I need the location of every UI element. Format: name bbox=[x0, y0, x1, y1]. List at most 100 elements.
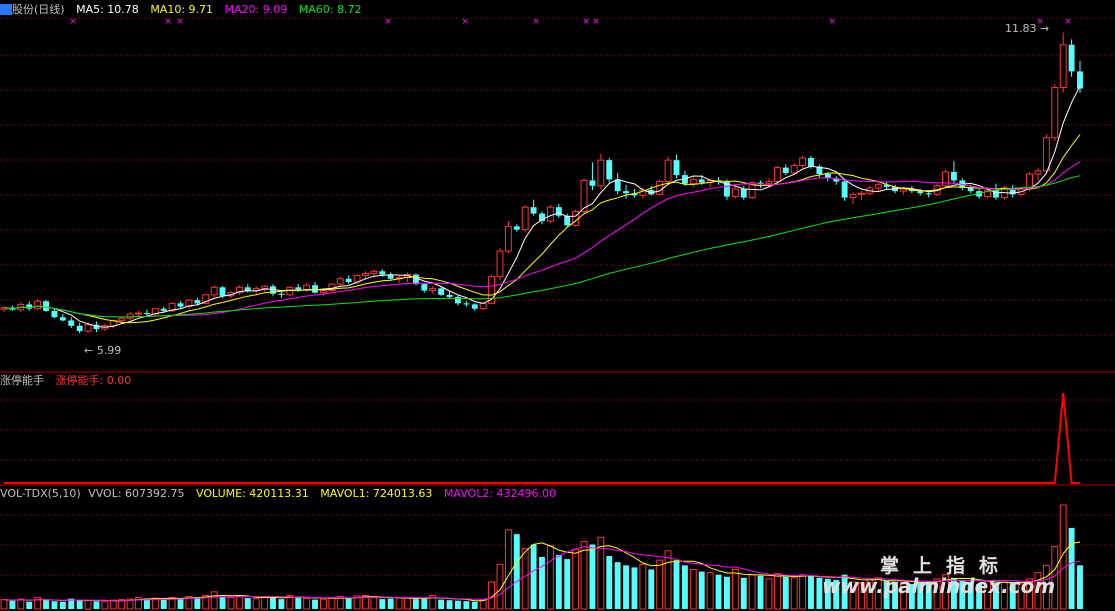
candle-body-up bbox=[319, 290, 327, 294]
volume-bar-down bbox=[463, 601, 470, 609]
volume-bar-down bbox=[387, 598, 394, 609]
candle-body-down bbox=[59, 317, 66, 321]
candle-body-down bbox=[925, 193, 932, 195]
volume-bar-down bbox=[782, 576, 789, 609]
volume-bar-down bbox=[412, 599, 419, 609]
volume-bar-up bbox=[799, 574, 807, 610]
volume-bar-down bbox=[564, 559, 571, 609]
candle-body-down bbox=[278, 293, 285, 295]
vvol-label: VVOL: 607392.75 bbox=[88, 487, 185, 500]
candle-body-up bbox=[597, 159, 605, 187]
volume-bar-down bbox=[26, 601, 33, 609]
candle-body-up bbox=[664, 159, 672, 183]
volume-bar-up bbox=[109, 599, 117, 610]
volume-bar-up bbox=[84, 600, 92, 610]
candle-body-up bbox=[849, 193, 857, 199]
volume-bar-up bbox=[773, 573, 781, 610]
volume-indicator-name[interactable]: VOL-TDX(5,10) bbox=[0, 487, 81, 500]
ma5-label: MA5: 10.78 bbox=[76, 3, 139, 16]
volume-label: VOLUME: 420113.31 bbox=[196, 487, 309, 500]
candle-body-up bbox=[874, 184, 882, 189]
volume-bar-up bbox=[395, 597, 403, 610]
candle-body-up bbox=[84, 324, 92, 332]
candle-body-up bbox=[429, 287, 437, 292]
volume-bar-down bbox=[295, 597, 302, 609]
volume-bar-up bbox=[656, 559, 664, 610]
volume-bar-up bbox=[319, 598, 327, 610]
candle-body-down bbox=[589, 180, 596, 186]
candle-body-up bbox=[1059, 44, 1067, 88]
volume-bar-down bbox=[1068, 527, 1075, 609]
candle-body-up bbox=[765, 181, 773, 185]
signal-marker-icon: × bbox=[164, 17, 172, 27]
volume-bar-up bbox=[639, 563, 647, 610]
volume-bar-down bbox=[51, 601, 58, 609]
stock-chart-canvas[interactable]: × × × × × × × × × × × bbox=[0, 0, 1115, 611]
candle-body-down bbox=[471, 304, 478, 309]
candle-body-down bbox=[841, 181, 848, 198]
candle-body-up bbox=[546, 206, 554, 222]
volume-bar-down bbox=[614, 562, 621, 609]
volume-bar-up bbox=[328, 597, 336, 610]
volume-bar-down bbox=[530, 544, 537, 609]
candle-body-down bbox=[614, 179, 621, 192]
volume-bar-up bbox=[210, 591, 218, 610]
ma10-label: MA10: 9.71 bbox=[150, 3, 214, 16]
volume-bar-up bbox=[101, 601, 109, 610]
volume-bar-down bbox=[631, 567, 638, 609]
candle-body-up bbox=[118, 317, 126, 321]
candle-body-down bbox=[463, 303, 470, 305]
candle-body-down bbox=[219, 287, 226, 296]
volume-bar-down bbox=[471, 601, 478, 609]
candle-body-down bbox=[421, 284, 428, 291]
limit-up-indicator-panel bbox=[4, 392, 1080, 484]
watermark-url: www.palmindex.com bbox=[822, 574, 1056, 598]
candle-body-down bbox=[438, 288, 445, 295]
volume-bar-down bbox=[312, 599, 318, 609]
candle-body-down bbox=[68, 320, 75, 326]
candle-body-down bbox=[160, 308, 167, 311]
volume-bar-down bbox=[160, 599, 167, 609]
mavol1-label: MAVOL1: 724013.63 bbox=[320, 487, 433, 500]
indicator-name[interactable]: 涨停能手 bbox=[0, 374, 44, 387]
candle-body-up bbox=[303, 284, 311, 290]
volume-bar-down bbox=[438, 599, 445, 609]
volume-bar-up bbox=[235, 595, 243, 610]
volume-bar-down bbox=[76, 599, 83, 609]
volume-bar-down bbox=[345, 598, 352, 609]
candle-body-up bbox=[126, 313, 134, 319]
candle-body-down bbox=[1068, 44, 1075, 72]
volume-bar-up bbox=[580, 540, 588, 610]
candle-body-up bbox=[799, 157, 807, 166]
volume-bar-up bbox=[252, 598, 260, 610]
mavol2-label: MAVOL2: 432496.00 bbox=[443, 487, 557, 500]
candle-body-down bbox=[917, 191, 924, 194]
limit-up-signal-line bbox=[4, 392, 1080, 484]
volume-bar-up bbox=[227, 597, 235, 610]
candle-body-down bbox=[698, 179, 705, 183]
volume-bar-down bbox=[715, 574, 722, 609]
stock-name-label[interactable]: 股份(日线) bbox=[12, 3, 65, 16]
ma20-line bbox=[3, 161, 1081, 318]
candle-body-down bbox=[43, 301, 49, 311]
volume-bar-down bbox=[177, 598, 184, 609]
candle-body-down bbox=[177, 303, 184, 307]
volume-bar-down bbox=[1077, 565, 1083, 609]
volume-bar-down bbox=[219, 596, 226, 609]
volume-bar-down bbox=[681, 565, 688, 609]
volume-bar-up bbox=[689, 568, 697, 610]
volume-bar-down bbox=[648, 569, 655, 609]
volume-bar-up bbox=[521, 548, 529, 610]
candle-body-up bbox=[504, 225, 512, 252]
candle-body-down bbox=[782, 167, 789, 173]
candle-body-down bbox=[345, 278, 352, 282]
candle-body-up bbox=[731, 188, 739, 197]
volume-bar-up bbox=[303, 598, 311, 610]
candle-body-down bbox=[808, 158, 814, 167]
volume-bar-down bbox=[446, 600, 453, 609]
candle-body-down bbox=[412, 274, 419, 285]
ma20-label: MA20: 9.09 bbox=[224, 3, 288, 16]
volume-bar-down bbox=[808, 575, 814, 609]
ma60-line bbox=[3, 175, 1081, 318]
candle-body-down bbox=[530, 207, 537, 214]
